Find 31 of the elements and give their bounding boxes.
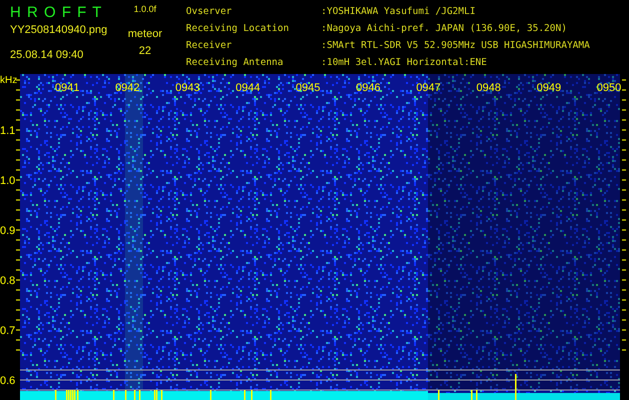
info-label: Receiver (186, 40, 233, 53)
frequency-tick-label: 0.8 (0, 275, 16, 287)
timestamp: 25.08.14 09:40 (10, 49, 84, 63)
info-value: :SMArt RTL-SDR V5 52.905MHz USB HIGASHIMURAYAMA (321, 40, 590, 53)
unit-label: kHz (0, 75, 18, 86)
file-name: YY2508140940.png (10, 24, 108, 38)
time-mark-label: 0943 (175, 82, 200, 94)
frequency-tick-label: 0.6 (0, 375, 16, 387)
frequency-tick-label: 0.7 (0, 325, 16, 337)
mode-label: meteor (128, 28, 162, 42)
time-mark-label: 0941 (55, 82, 80, 94)
info-label: Receiving Antenna (186, 57, 284, 70)
info-value: :10mH 3el.YAGI Horizontal:ENE (321, 57, 488, 70)
frequency-tick-label: 0.9 (0, 225, 16, 237)
time-mark-label: 0948 (476, 82, 501, 94)
frequency-tick-label: 1.0 (0, 175, 16, 187)
time-mark-label: 0950 (596, 82, 622, 94)
time-mark-label: 0942 (115, 82, 140, 94)
info-label: Receiving Location (186, 23, 290, 36)
version-label: 1.0.0f (134, 4, 156, 16)
time-mark-label: 0949 (536, 82, 562, 94)
program-title: H R O F F T (10, 4, 104, 23)
info-label: Ovserver (186, 6, 233, 19)
count-label: 22 (138, 45, 152, 59)
time-mark-label: 0946 (356, 82, 380, 94)
time-mark-label: 0945 (296, 82, 320, 94)
frequency-tick-label: 1.1 (0, 125, 16, 137)
info-value: :YOSHIKAWA Yasufumi /JG2MLI (321, 6, 476, 19)
time-mark-label: 0944 (236, 82, 260, 94)
info-value: :Nagoya Aichi-pref. JAPAN (136.90E, 35.20N) (321, 23, 568, 36)
time-mark-label: 0947 (416, 82, 441, 94)
